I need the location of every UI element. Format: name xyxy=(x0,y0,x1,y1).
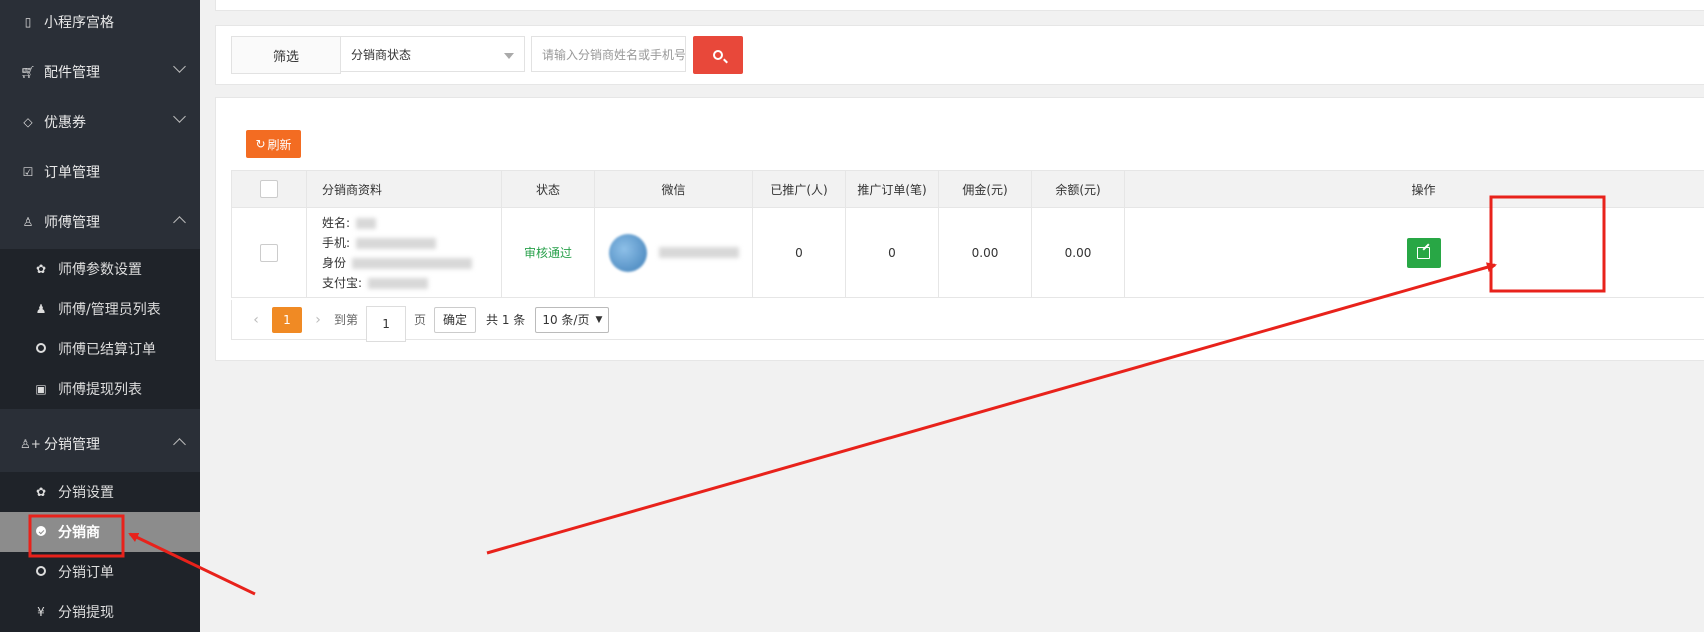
annotation-overlay xyxy=(28,195,1606,596)
highlight-box-edit xyxy=(1489,195,1606,293)
highlight-box-distributors xyxy=(28,514,125,558)
arrow-to-distributors xyxy=(128,532,256,596)
arrow-to-edit xyxy=(486,262,1497,555)
